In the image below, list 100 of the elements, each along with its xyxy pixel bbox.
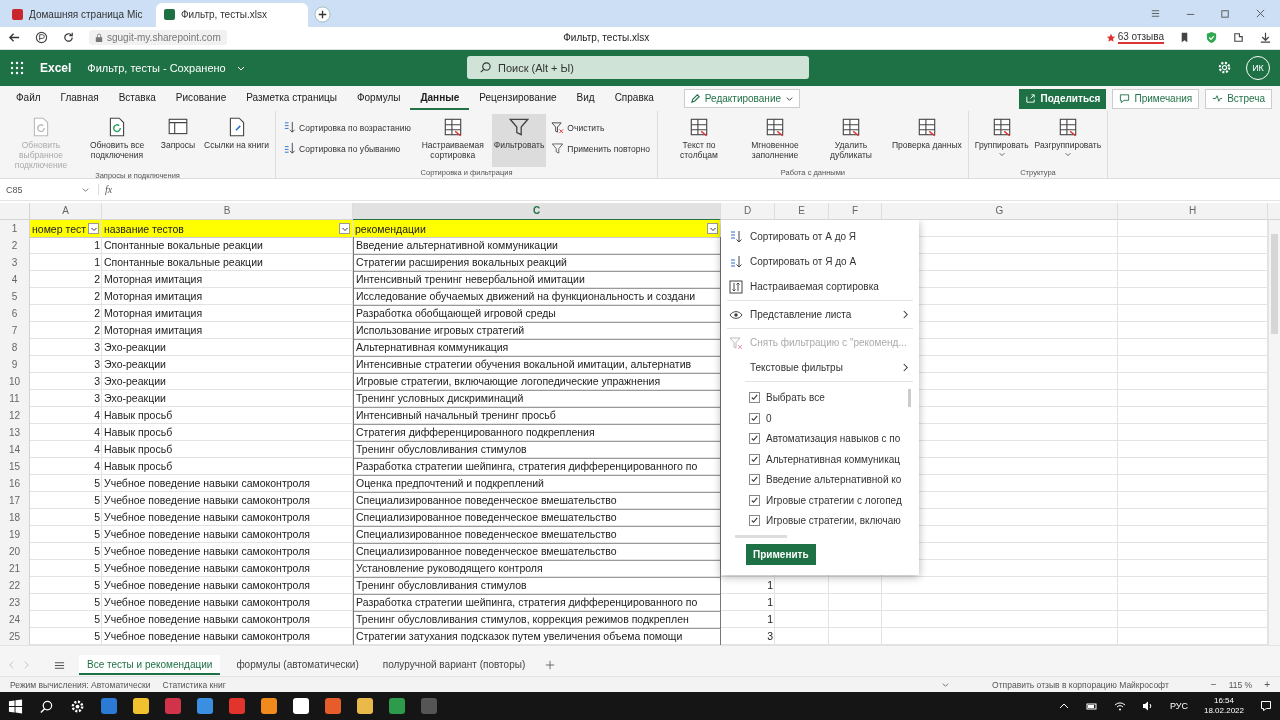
download-icon[interactable] bbox=[1259, 31, 1272, 45]
row-number[interactable]: 11 bbox=[0, 390, 30, 409]
vertical-scrollbar[interactable] bbox=[1268, 220, 1280, 646]
menu-item[interactable]: Сортировать от Я до А bbox=[721, 249, 919, 275]
checkbox-label[interactable]: Альтернативная коммуникац bbox=[766, 453, 901, 465]
extension-icon[interactable] bbox=[1232, 31, 1245, 45]
function-label[interactable]: fx bbox=[98, 184, 119, 196]
menu-item[interactable]: Сортировать от А до Я bbox=[721, 224, 919, 250]
settings-icon[interactable] bbox=[1217, 60, 1232, 76]
checkbox-label[interactable]: 0 bbox=[766, 412, 772, 424]
clock-date[interactable]: 18.02.2022 bbox=[1203, 706, 1244, 717]
feedback-link[interactable]: Отправить отзыв в корпорацию Майкрософт bbox=[992, 679, 1169, 690]
row-number[interactable]: 1 bbox=[0, 220, 30, 239]
ribbon-button[interactable]: Проверка данных bbox=[890, 114, 964, 168]
checkbox[interactable] bbox=[749, 494, 760, 506]
url-field[interactable]: sgugit-my.sharepoint.com bbox=[89, 30, 227, 46]
checkbox[interactable] bbox=[749, 474, 760, 486]
wifi-icon[interactable] bbox=[1113, 700, 1126, 713]
checkbox-label[interactable]: Автоматизация навыков с по bbox=[766, 433, 901, 445]
sheet-tab[interactable]: полуручной вариант (повторы) bbox=[374, 655, 534, 676]
checkbox-label[interactable]: Выбрать все bbox=[766, 392, 825, 404]
column-header[interactable]: C bbox=[353, 203, 721, 222]
ribbon-button[interactable]: Обновить все подключения bbox=[80, 114, 154, 171]
checkbox-label[interactable]: Игровые стратегии, включаю bbox=[766, 515, 901, 527]
zoom-out-button[interactable]: − bbox=[1210, 679, 1217, 691]
checkbox[interactable] bbox=[749, 392, 760, 404]
ribbon-tab[interactable]: Формулы bbox=[346, 87, 411, 110]
row-number[interactable]: 25 bbox=[0, 628, 30, 646]
menu-icon[interactable] bbox=[1150, 7, 1161, 19]
row-number[interactable]: 23 bbox=[0, 594, 30, 613]
search-icon[interactable] bbox=[39, 698, 54, 714]
row-number[interactable]: 2 bbox=[0, 237, 30, 256]
document-title[interactable]: Фильтр, тесты - Сохранено bbox=[87, 61, 226, 74]
ribbon-tab[interactable]: Файл bbox=[6, 87, 51, 110]
language-indicator[interactable]: РУС bbox=[1169, 701, 1188, 712]
new-tab-icon[interactable] bbox=[314, 5, 331, 23]
row-number[interactable]: 12 bbox=[0, 407, 30, 426]
editing-mode-button[interactable]: Редактирование bbox=[683, 89, 801, 108]
app-icon[interactable] bbox=[133, 698, 149, 715]
horizontal-scrollbar[interactable] bbox=[0, 645, 1280, 655]
ribbon-button[interactable]: Разгруппировать bbox=[1032, 114, 1104, 168]
row-number[interactable]: 9 bbox=[0, 356, 30, 375]
row-number[interactable]: 14 bbox=[0, 441, 30, 460]
row-number[interactable]: 15 bbox=[0, 458, 30, 477]
menu-item[interactable]: Настраиваемая сортировка bbox=[721, 274, 919, 300]
shield-check-icon[interactable] bbox=[1205, 31, 1218, 45]
chevron-icon[interactable] bbox=[941, 680, 951, 690]
speaker-icon[interactable] bbox=[1141, 700, 1154, 713]
checkbox[interactable] bbox=[749, 515, 760, 527]
row-number[interactable]: 18 bbox=[0, 509, 30, 528]
windows-logo-icon[interactable] bbox=[8, 698, 23, 714]
app-launcher-icon[interactable] bbox=[10, 60, 24, 75]
refresh-icon[interactable] bbox=[62, 31, 75, 45]
add-icon[interactable] bbox=[545, 660, 556, 671]
row-number[interactable]: 10 bbox=[0, 373, 30, 392]
apply-button[interactable]: Применить bbox=[746, 543, 816, 565]
row-number[interactable]: 8 bbox=[0, 339, 30, 358]
row-number[interactable]: 3 bbox=[0, 254, 30, 273]
row-number[interactable]: 20 bbox=[0, 543, 30, 562]
checkbox[interactable] bbox=[749, 453, 760, 465]
row-number[interactable]: 17 bbox=[0, 492, 30, 511]
checkbox[interactable] bbox=[749, 433, 760, 445]
checkbox[interactable] bbox=[749, 412, 760, 424]
ribbon-tab[interactable]: Вид bbox=[566, 87, 605, 110]
ribbon-tab[interactable]: Вставка bbox=[108, 87, 166, 110]
ribbon-tab[interactable]: Рецензирование bbox=[469, 87, 567, 110]
filter-button[interactable] bbox=[88, 223, 99, 235]
ribbon-button[interactable]: Очистить bbox=[548, 118, 653, 138]
clock-time[interactable]: 16:54 bbox=[1213, 696, 1234, 707]
restore-icon[interactable] bbox=[1220, 7, 1231, 19]
menu-item[interactable]: Текстовые фильтры bbox=[721, 355, 919, 381]
filter-button[interactable] bbox=[339, 223, 350, 235]
ribbon-button[interactable]: Фильтровать bbox=[491, 114, 547, 168]
app-icon[interactable] bbox=[261, 698, 277, 715]
row-number[interactable]: 7 bbox=[0, 322, 30, 341]
ribbon-button[interactable]: Запросы bbox=[156, 114, 200, 171]
zoom-level[interactable]: 115 % bbox=[1228, 679, 1253, 690]
menu-icon[interactable] bbox=[54, 659, 65, 671]
action-button[interactable]: Встреча bbox=[1205, 88, 1272, 109]
reviews-link[interactable]: 63 отзыва bbox=[1117, 31, 1164, 45]
sheet-tab[interactable]: Все тесты и рекомендации bbox=[79, 655, 221, 676]
ribbon-button[interactable]: Текст по столбцам bbox=[662, 114, 736, 168]
row-number[interactable]: 13 bbox=[0, 424, 30, 443]
app-icon[interactable] bbox=[293, 698, 309, 715]
notification-icon[interactable] bbox=[1260, 700, 1272, 713]
search-field[interactable]: Поиск (Alt + Ы) bbox=[467, 56, 809, 80]
checkbox-label[interactable]: Введение альтернативной ко bbox=[766, 474, 902, 486]
browser-tab[interactable]: Домашняя страница Mic bbox=[4, 2, 156, 27]
name-box[interactable]: C85 bbox=[4, 184, 92, 195]
ribbon-tab[interactable]: Разметка страницы bbox=[236, 87, 347, 110]
ribbon-button[interactable]: Применить повторно bbox=[548, 139, 653, 159]
ribbon-button[interactable]: Группировать bbox=[972, 114, 1031, 168]
ribbon-tab[interactable]: Справка bbox=[604, 87, 664, 110]
row-number[interactable]: 22 bbox=[0, 577, 30, 596]
ribbon-button[interactable]: Мгновенное заполнение bbox=[738, 114, 812, 168]
app-icon[interactable] bbox=[357, 698, 373, 715]
scrollbar-thumb[interactable] bbox=[908, 389, 911, 408]
row-number[interactable]: 16 bbox=[0, 475, 30, 494]
battery-icon[interactable] bbox=[1085, 700, 1098, 713]
gear-icon[interactable] bbox=[70, 698, 85, 714]
